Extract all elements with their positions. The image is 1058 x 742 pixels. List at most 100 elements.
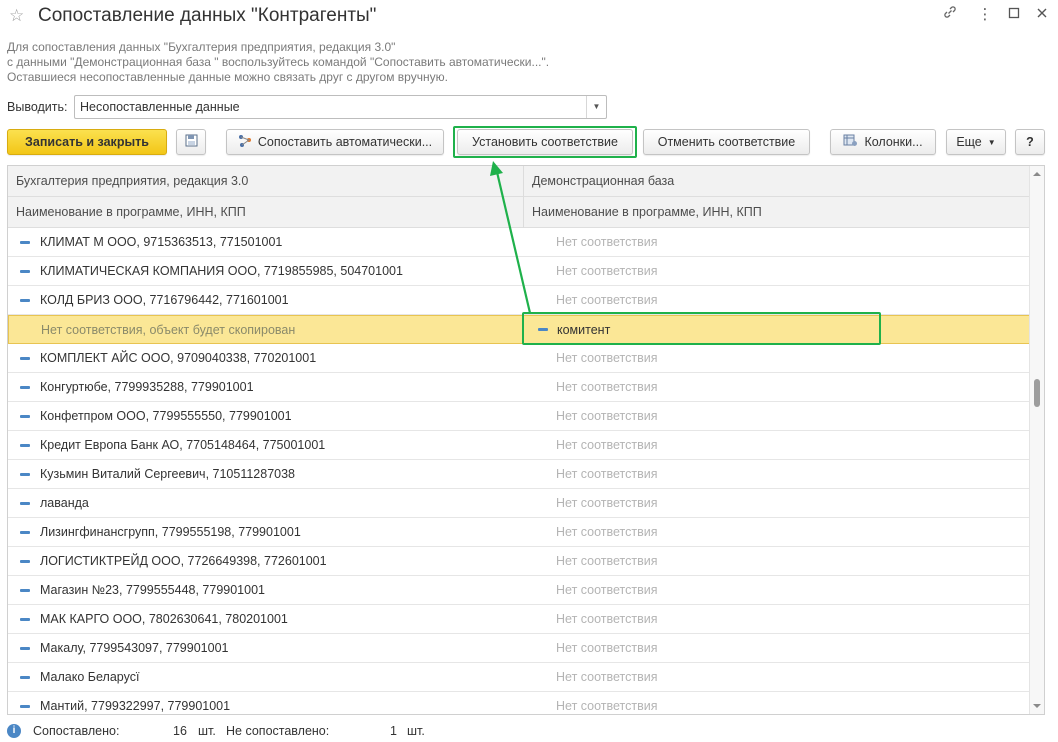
table-row[interactable]: лаванда Нет соответствия: [8, 489, 1030, 518]
table-row[interactable]: КОЛД БРИЗ ООО, 7716796442, 771601001 Нет …: [8, 286, 1030, 315]
column-separator[interactable]: [523, 197, 524, 228]
cell-right[interactable]: Нет соответствия: [556, 699, 658, 713]
cell-right[interactable]: Нет соответствия: [556, 380, 658, 394]
cell-left[interactable]: Конфетпром ООО, 7799555550, 779901001: [40, 409, 292, 423]
table-row[interactable]: Магазин №23, 7799555448, 779901001 Нет со…: [8, 576, 1030, 605]
cell-right[interactable]: Нет соответствия: [556, 496, 658, 510]
cell-right[interactable]: Нет соответствия: [556, 235, 658, 249]
cell-right[interactable]: Нет соответствия: [556, 554, 658, 568]
cell-right[interactable]: Нет соответствия: [556, 467, 658, 481]
more-icon[interactable]: ⋮: [974, 4, 996, 26]
auto-match-icon: [238, 134, 252, 151]
cell-left[interactable]: КЛИМАТ М ООО, 9715363513, 771501001: [40, 235, 282, 249]
cell-left[interactable]: МАК КАРГО ООО, 7802630641, 780201001: [40, 612, 288, 626]
cell-right[interactable]: Нет соответствия: [556, 264, 658, 278]
table-row[interactable]: Малако Беларусї Нет соответствия: [8, 663, 1030, 692]
cancel-match-label: Отменить соответствие: [657, 135, 796, 149]
table-subheader-row: Наименование в программе, ИНН, КПП Наиме…: [8, 197, 1030, 228]
cell-left[interactable]: КЛИМАТИЧЕСКАЯ КОМПАНИЯ ООО, 7719855985, …: [40, 264, 403, 278]
cell-left[interactable]: Лизингфинансгрупп, 7799555198, 779901001: [40, 525, 301, 539]
cell-left[interactable]: Макалу, 7799543097, 779901001: [40, 641, 228, 655]
columns-button[interactable]: Колонки...: [830, 129, 936, 155]
table-row[interactable]: Мантий, 7799322997, 779901001 Нет соответ…: [8, 692, 1030, 714]
row-marker-icon: [20, 357, 30, 360]
description-line: Оставшиеся несопоставленные данные можно…: [7, 70, 448, 84]
cell-right[interactable]: Нет соответствия: [556, 641, 658, 655]
table-row[interactable]: МАК КАРГО ООО, 7802630641, 780201001 Нет …: [8, 605, 1030, 634]
cell-right[interactable]: Нет соответствия: [556, 438, 658, 452]
row-marker-icon: [20, 386, 30, 389]
cell-left[interactable]: Магазин №23, 7799555448, 779901001: [40, 583, 265, 597]
cell-right[interactable]: Нет соответствия: [556, 612, 658, 626]
cell-right[interactable]: Нет соответствия: [556, 351, 658, 365]
cell-left[interactable]: КОМПЛЕКТ АЙС ООО, 9709040338, 770201001: [40, 351, 316, 365]
save-close-button[interactable]: Записать и закрыть: [7, 129, 167, 155]
cell-left[interactable]: Кузьмин Виталий Сергеевич, 710511287038: [40, 467, 295, 481]
chevron-down-icon: ▼: [987, 137, 996, 147]
table-row[interactable]: КЛИМАТ М ООО, 9715363513, 771501001 Нет с…: [8, 228, 1030, 257]
table-row[interactable]: Макалу, 7799543097, 779901001 Нет соответ…: [8, 634, 1030, 663]
help-label: ?: [1026, 135, 1034, 149]
unmatched-label: Не сопоставлено:: [226, 724, 330, 738]
cell-right[interactable]: Нет соответствия: [556, 670, 658, 684]
cell-left[interactable]: ЛОГИСТИКТРЕЙД ООО, 7726649398, 772601001: [40, 554, 327, 568]
cell-right[interactable]: Нет соответствия: [556, 409, 658, 423]
close-icon[interactable]: [1031, 4, 1053, 26]
column-separator[interactable]: [523, 166, 524, 197]
cell-left[interactable]: Кредит Европа Банк АО, 7705148464, 77500…: [40, 438, 325, 452]
table-body: КЛИМАТ М ООО, 9715363513, 771501001 Нет с…: [8, 228, 1030, 714]
link-icon[interactable]: [939, 4, 961, 26]
column-header-left[interactable]: Бухгалтерия предприятия, редакция 3.0: [16, 174, 248, 188]
table-header-row: Бухгалтерия предприятия, редакция 3.0 Де…: [8, 166, 1030, 197]
column-subheader-right[interactable]: Наименование в программе, ИНН, КПП: [532, 205, 762, 219]
cell-left[interactable]: лаванда: [40, 496, 89, 510]
more-label: Еще: [956, 135, 982, 149]
matching-table[interactable]: Бухгалтерия предприятия, редакция 3.0 Де…: [7, 165, 1045, 715]
save-button[interactable]: [176, 129, 206, 155]
help-button[interactable]: ?: [1015, 129, 1045, 155]
filter-select[interactable]: Несопоставленные данные ▼: [74, 95, 607, 119]
columns-label: Колонки...: [864, 135, 923, 149]
filter-value: Несопоставленные данные: [80, 100, 240, 114]
more-button[interactable]: Еще ▼: [946, 129, 1006, 155]
column-subheader-left[interactable]: Наименование в программе, ИНН, КПП: [16, 205, 246, 219]
star-icon[interactable]: ☆: [9, 6, 24, 26]
row-marker-icon: [20, 618, 30, 621]
auto-match-label: Сопоставить автоматически...: [257, 135, 433, 149]
cancel-match-button[interactable]: Отменить соответствие: [643, 129, 810, 155]
scrollbar-thumb[interactable]: [1034, 379, 1040, 407]
maximize-icon[interactable]: [1003, 4, 1025, 26]
cell-left[interactable]: Малако Беларусї: [40, 670, 139, 684]
table-row[interactable]: Конфетпром ООО, 7799555550, 779901001 Нет…: [8, 402, 1030, 431]
table-row[interactable]: Кредит Европа Банк АО, 7705148464, 77500…: [8, 431, 1030, 460]
table-row[interactable]: Конгуртюбе, 7799935288, 779901001 Нет соо…: [8, 373, 1030, 402]
table-row[interactable]: КЛИМАТИЧЕСКАЯ КОМПАНИЯ ООО, 7719855985, …: [8, 257, 1030, 286]
auto-match-button[interactable]: Сопоставить автоматически...: [226, 129, 444, 155]
vertical-scrollbar[interactable]: [1029, 166, 1044, 714]
cell-left[interactable]: Конгуртюбе, 7799935288, 779901001: [40, 380, 254, 394]
table-row[interactable]: Лизингфинансгрупп, 7799555198, 779901001…: [8, 518, 1030, 547]
row-marker-icon: [20, 531, 30, 534]
table-row[interactable]: КОМПЛЕКТ АЙС ООО, 9709040338, 770201001 Н…: [8, 344, 1030, 373]
highlight-set-match: [453, 126, 637, 158]
columns-icon: [843, 134, 858, 150]
row-marker-icon: [20, 676, 30, 679]
row-marker-icon: [20, 444, 30, 447]
cell-left[interactable]: КОЛД БРИЗ ООО, 7716796442, 771601001: [40, 293, 289, 307]
cell-right[interactable]: Нет соответствия: [556, 583, 658, 597]
row-marker-icon: [20, 415, 30, 418]
matched-label: Сопоставлено:: [33, 724, 120, 738]
scroll-down-icon[interactable]: [1033, 704, 1041, 708]
cell-left[interactable]: Нет соответствия, объект будет скопирова…: [41, 323, 295, 337]
column-header-right[interactable]: Демонстрационная база: [532, 174, 674, 188]
scroll-up-icon[interactable]: [1033, 172, 1041, 176]
table-row[interactable]: Кузьмин Виталий Сергеевич, 710511287038 Н…: [8, 460, 1030, 489]
cell-right[interactable]: Нет соответствия: [556, 525, 658, 539]
table-row[interactable]: ЛОГИСТИКТРЕЙД ООО, 7726649398, 772601001…: [8, 547, 1030, 576]
cell-right[interactable]: Нет соответствия: [556, 293, 658, 307]
row-marker-icon: [20, 647, 30, 650]
chevron-down-icon[interactable]: ▼: [586, 96, 606, 118]
cell-left[interactable]: Мантий, 7799322997, 779901001: [40, 699, 230, 713]
description: Для сопоставления данных "Бухгалтерия пр…: [7, 40, 549, 85]
row-marker-icon: [20, 560, 30, 563]
